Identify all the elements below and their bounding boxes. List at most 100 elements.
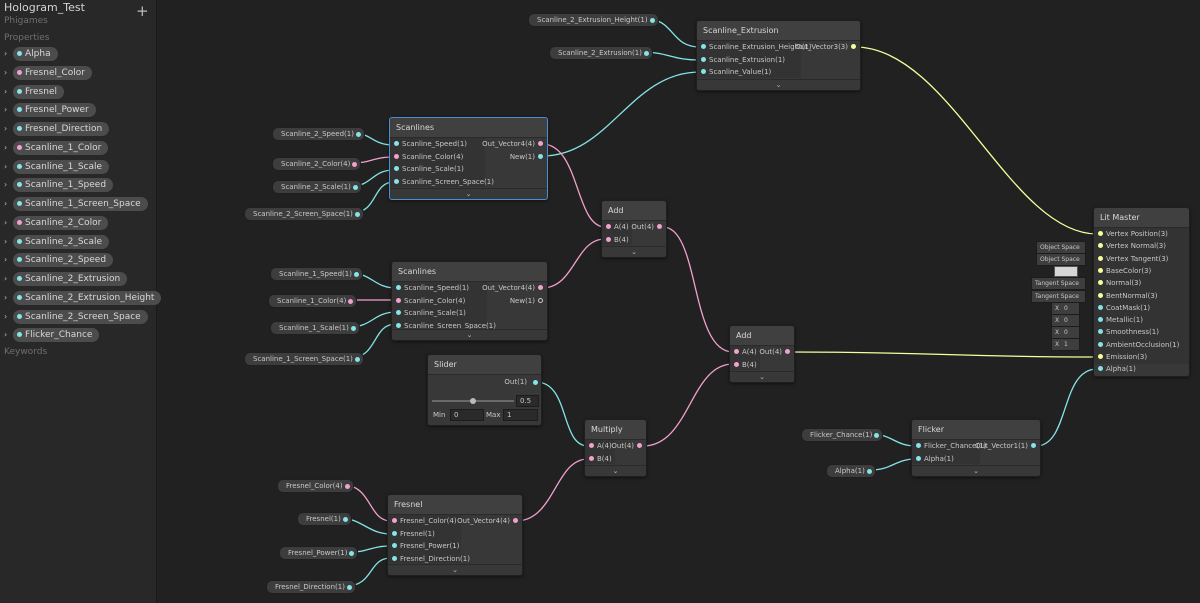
output-port[interactable]	[785, 349, 790, 354]
input-port[interactable]	[1098, 231, 1103, 236]
input-port[interactable]	[589, 455, 594, 461]
chevron-down-icon[interactable]: ⌄	[730, 371, 794, 382]
output-port[interactable]	[538, 285, 543, 290]
chevron-down-icon[interactable]: ⌄	[390, 188, 547, 199]
input-port[interactable]	[1098, 341, 1103, 347]
output-port[interactable]	[851, 44, 856, 49]
output-port[interactable]	[637, 443, 642, 448]
input-port[interactable]	[396, 285, 401, 290]
property-item[interactable]: › Scanline_2_Extrusion	[0, 272, 155, 287]
expand-arrow-icon[interactable]: ›	[4, 68, 7, 77]
input-port[interactable]	[394, 153, 399, 159]
output-port[interactable]	[352, 161, 358, 167]
property-node[interactable]: Scanline_2_Screen_Space(1)	[244, 207, 364, 221]
input-port[interactable]	[394, 166, 399, 171]
property-pill[interactable]: Fresnel	[13, 84, 64, 99]
ambient-occlusion-field[interactable]: X1	[1051, 338, 1080, 351]
chevron-down-icon[interactable]: ⌄	[602, 246, 666, 257]
input-port[interactable]	[1098, 354, 1103, 359]
input-port[interactable]	[606, 236, 611, 242]
property-pill[interactable]: Scanline_2_Screen_Space	[13, 309, 148, 324]
max-field[interactable]: 1	[503, 409, 538, 421]
input-port[interactable]	[734, 361, 739, 367]
node-add-bottom[interactable]: Add A(4) B(4) Out(4) ⌄	[729, 325, 795, 383]
expand-arrow-icon[interactable]: ›	[4, 218, 7, 227]
property-node[interactable]: Scanline_2_Extrusion_Height(1)	[528, 13, 659, 27]
input-port[interactable]	[1098, 267, 1103, 273]
property-node[interactable]: Scanline_1_Color(4)	[268, 294, 358, 308]
expand-arrow-icon[interactable]: ›	[4, 312, 7, 321]
expand-arrow-icon[interactable]: ›	[4, 180, 7, 189]
property-node[interactable]: Scanline_2_Color(4)	[272, 157, 362, 171]
output-port[interactable]	[342, 516, 348, 522]
chevron-down-icon[interactable]: ⌄	[585, 465, 646, 476]
input-port[interactable]	[916, 455, 921, 461]
property-item[interactable]: › Scanline_2_Extrusion_Height	[0, 290, 162, 306]
property-pill[interactable]: Scanline_1_Speed	[13, 178, 114, 193]
expand-arrow-icon[interactable]: ›	[4, 199, 7, 208]
plus-icon[interactable]: +	[136, 4, 149, 19]
output-port[interactable]	[346, 584, 352, 590]
output-port[interactable]	[354, 356, 360, 362]
input-port[interactable]	[701, 69, 706, 74]
property-item[interactable]: › Scanline_1_Scale	[0, 159, 155, 175]
input-port[interactable]	[392, 555, 397, 561]
input-port[interactable]	[396, 310, 401, 315]
expand-arrow-icon[interactable]: ›	[4, 49, 7, 58]
expand-arrow-icon[interactable]: ›	[4, 87, 7, 96]
property-pill[interactable]: Scanline_2_Extrusion_Height	[13, 290, 162, 305]
property-item[interactable]: › Alpha	[0, 47, 155, 62]
output-port[interactable]	[874, 432, 880, 438]
input-port[interactable]	[701, 56, 706, 62]
property-item[interactable]: › Scanline_2_Color	[0, 215, 155, 231]
property-item[interactable]: › Scanline_2_Screen_Space	[0, 309, 155, 325]
output-port[interactable]	[538, 297, 543, 303]
property-node[interactable]: Scanline_1_Screen_Space(1)	[244, 352, 364, 366]
output-port[interactable]	[350, 325, 356, 331]
property-pill[interactable]: Scanline_1_Screen_Space	[13, 197, 148, 211]
property-node[interactable]: Scanline_2_Extrusion(1)	[549, 46, 653, 60]
input-port[interactable]	[396, 297, 401, 303]
expand-arrow-icon[interactable]: ›	[4, 255, 7, 264]
property-node[interactable]: Fresnel_Color(4)	[277, 479, 354, 493]
property-node[interactable]: Scanline_1_Speed(1)	[270, 267, 363, 281]
property-item[interactable]: › Scanline_1_Speed	[0, 178, 155, 193]
node-add-top[interactable]: Add A(4) B(4) Out(4) ⌄	[601, 200, 667, 258]
input-port[interactable]	[606, 224, 611, 229]
output-port[interactable]	[349, 550, 355, 556]
property-node[interactable]: Fresnel(1)	[297, 512, 352, 526]
property-pill[interactable]: Alpha	[13, 47, 58, 61]
expand-arrow-icon[interactable]: ›	[4, 330, 7, 339]
expand-arrow-icon[interactable]: ›	[4, 274, 7, 283]
output-port[interactable]	[657, 224, 662, 229]
input-port[interactable]	[392, 530, 397, 536]
node-lit-master[interactable]: Lit Master Vertex Position(3) Vertex Norma…	[1093, 207, 1190, 377]
output-port[interactable]	[355, 131, 361, 137]
property-pill[interactable]: Fresnel_Color	[13, 65, 92, 80]
input-port[interactable]	[1098, 366, 1103, 372]
vertex-tangent-space-dropdown[interactable]: Object Space	[1036, 253, 1086, 266]
output-port[interactable]	[354, 211, 360, 217]
property-pill[interactable]: Scanline_2_Speed	[13, 253, 114, 268]
chevron-down-icon[interactable]: ⌄	[912, 465, 1040, 476]
property-item[interactable]: › Fresnel_Direction	[0, 122, 155, 137]
output-port[interactable]	[353, 271, 359, 277]
property-node[interactable]: Flicker_Chance(1)	[801, 428, 884, 442]
input-port[interactable]	[1098, 304, 1103, 310]
property-pill[interactable]: Scanline_2_Extrusion	[13, 272, 128, 286]
expand-arrow-icon[interactable]: ›	[4, 124, 7, 133]
chevron-down-icon[interactable]: ⌄	[388, 564, 522, 575]
property-item[interactable]: › Flicker_Chance	[0, 328, 155, 343]
output-port[interactable]	[643, 50, 649, 56]
node-slider[interactable]: Slider Out(1) 0.5 Min 0 Max 1	[427, 354, 542, 426]
property-pill[interactable]: Scanline_2_Scale	[13, 234, 110, 249]
property-node[interactable]: Scanline_2_Scale(1)	[272, 180, 362, 194]
min-field[interactable]: 0	[450, 409, 484, 421]
output-port[interactable]	[649, 17, 655, 23]
property-item[interactable]: › Fresnel	[0, 84, 155, 100]
property-item[interactable]: › Scanline_2_Speed	[0, 253, 155, 268]
input-port[interactable]	[392, 543, 397, 548]
input-port[interactable]	[1098, 255, 1103, 261]
output-port[interactable]	[344, 483, 350, 489]
node-flicker[interactable]: Flicker Flicker_Chance(1) Alpha(1) Out_Vect…	[911, 419, 1041, 477]
